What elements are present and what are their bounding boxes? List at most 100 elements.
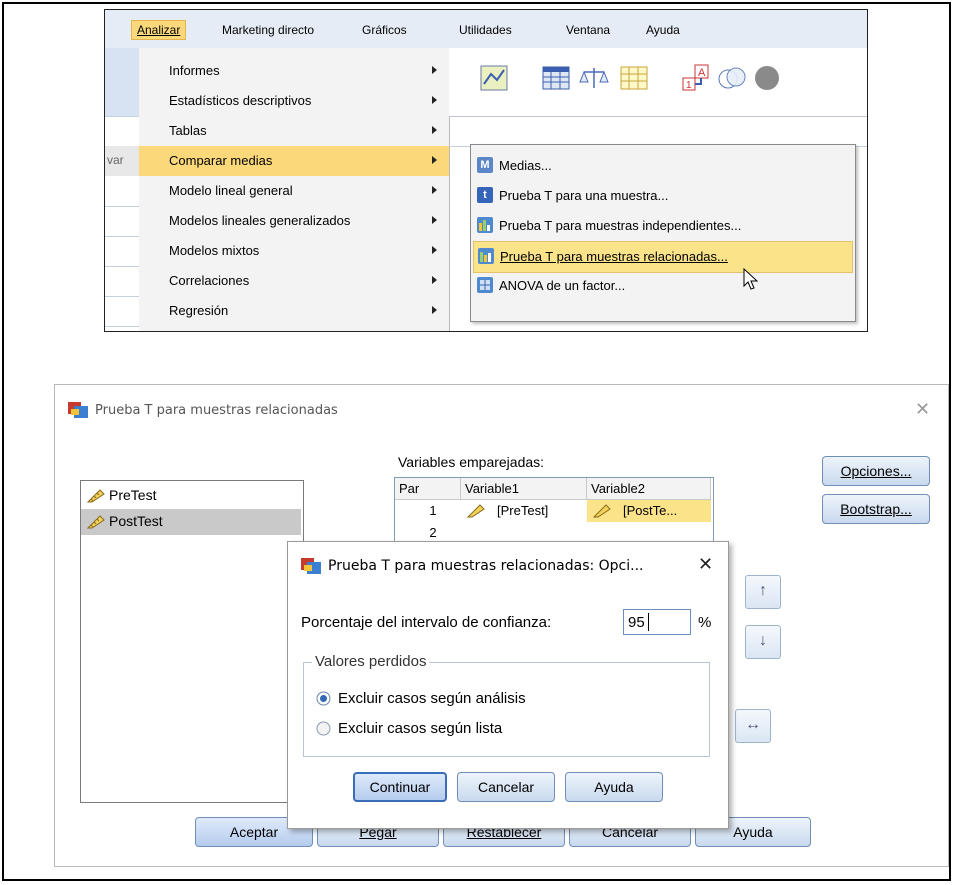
column-header-variable2: Variable2	[587, 478, 711, 500]
menu-item-estadisticos[interactable]: Estadísticos descriptivos	[139, 86, 449, 116]
menu-item-label: Regresión	[169, 303, 229, 318]
percent-sign: %	[698, 614, 712, 631]
options-ayuda-button[interactable]: Ayuda	[565, 772, 663, 802]
grid-line	[105, 116, 139, 117]
source-variable-list[interactable]: PreTest PostTest	[80, 480, 304, 803]
arrow-up-icon: ↑	[759, 582, 767, 599]
sets-icon[interactable]	[717, 64, 747, 92]
table-cell-text: [PostTe...	[623, 503, 678, 518]
menu-item-label: Modelos mixtos	[169, 243, 260, 258]
var-header-cell: var	[105, 146, 139, 176]
grid-line	[105, 296, 139, 297]
toolbar: A1	[449, 48, 867, 117]
grid-line	[105, 236, 139, 237]
radio-label: Excluir casos según análisis	[338, 690, 526, 707]
submenu-item-anova[interactable]: ANOVA de un factor...	[473, 271, 851, 301]
menu-analizar-label: Analizar	[137, 23, 181, 37]
circle-icon[interactable]	[749, 64, 779, 92]
analizar-dropdown: Informes Estadísticos descriptivos Tabla…	[139, 48, 450, 331]
split-file-icon[interactable]	[619, 64, 649, 92]
table-cell-par: 1	[429, 503, 437, 518]
menu-item-informes[interactable]: Informes	[139, 56, 449, 86]
menu-ventana[interactable]: Ventana	[566, 23, 610, 37]
radio-excluir-lista[interactable]: Excluir casos según lista	[316, 718, 616, 740]
button-label: Ayuda	[594, 779, 634, 795]
radio-excluir-analisis[interactable]: Excluir casos según análisis	[316, 688, 616, 710]
submenu-arrow-icon	[432, 246, 437, 254]
comparar-medias-submenu: M Medias... t Prueba T para una muestra...…	[470, 144, 856, 322]
paired-variables-table[interactable]: Par Variable1 Variable2 1 [PreTest] [Pos…	[394, 477, 714, 547]
submenu-arrow-icon	[432, 306, 437, 314]
menu-item-label: Modelo lineal general	[169, 183, 293, 198]
radio-label: Excluir casos según lista	[338, 720, 503, 737]
dialog-app-icon	[68, 402, 88, 418]
submenu-arrow-icon	[432, 216, 437, 224]
value-labels-icon[interactable]: A1	[681, 64, 711, 92]
submenu-item-independientes[interactable]: Prueba T para muestras independientes...	[473, 211, 851, 241]
data-grid-strip: var	[105, 48, 139, 331]
submenu-item-label: Medias...	[499, 158, 552, 173]
options-cancelar-button[interactable]: Cancelar	[457, 772, 555, 802]
button-label: Ayuda	[733, 824, 773, 840]
missing-values-group-label: Valores perdidos	[312, 653, 430, 670]
menu-utilidades[interactable]: Utilidades	[459, 23, 512, 37]
menu-marketing[interactable]: Marketing directo	[222, 23, 314, 37]
button-label: Aceptar	[229, 824, 279, 840]
medias-icon: M	[477, 157, 493, 173]
table-cell-variable1[interactable]: [PreTest]	[461, 500, 587, 522]
submenu-arrow-icon	[432, 96, 437, 104]
table-cell-variable2[interactable]: [PostTe...	[587, 500, 711, 522]
submenu-item-relacionadas[interactable]: Prueba T para muestras relacionadas...	[473, 241, 853, 273]
button-label: Bootstrap...	[840, 501, 912, 517]
var-header-label: var	[107, 153, 124, 167]
menu-item-comparar-medias[interactable]: Comparar medias	[139, 146, 449, 176]
bootstrap-button[interactable]: Bootstrap...	[822, 494, 930, 524]
chart-builder-icon[interactable]	[479, 64, 509, 92]
dialog-app-icon	[301, 558, 321, 574]
svg-text:A: A	[698, 67, 706, 79]
submenu-item-medias[interactable]: M Medias...	[473, 151, 851, 181]
menu-item-correlaciones[interactable]: Correlaciones	[139, 266, 449, 296]
submenu-item-una-muestra[interactable]: t Prueba T para una muestra...	[473, 181, 851, 211]
confidence-interval-input[interactable]: 95	[623, 609, 691, 635]
swap-arrows-icon: ↔	[745, 716, 761, 733]
button-label: Continuar	[369, 779, 431, 795]
menu-item-tablas[interactable]: Tablas	[139, 116, 449, 146]
scale-variable-icon	[467, 504, 485, 518]
grid-line	[105, 266, 139, 267]
submenu-arrow-icon	[432, 66, 437, 74]
mouse-cursor-icon	[743, 268, 759, 290]
menu-item-label: Informes	[169, 63, 220, 78]
text-caret	[648, 613, 649, 631]
move-up-button[interactable]: ↑	[745, 575, 781, 609]
variable-item-pretest[interactable]: PreTest	[81, 483, 301, 509]
confidence-interval-label: Porcentaje del intervalo de confianza:	[301, 614, 552, 631]
menu-item-modelo-lineal[interactable]: Modelo lineal general	[139, 176, 449, 206]
menu-item-label: Correlaciones	[169, 273, 250, 288]
toolbar-band	[105, 48, 139, 116]
close-icon[interactable]: ✕	[698, 554, 713, 575]
menu-ayuda[interactable]: Ayuda	[646, 23, 680, 37]
submenu-arrow-icon	[432, 186, 437, 194]
continuar-button[interactable]: Continuar	[353, 772, 447, 802]
balance-scale-icon[interactable]	[579, 64, 609, 92]
menu-graficos[interactable]: Gráficos	[362, 23, 407, 37]
paired-variables-label: Variables emparejadas:	[398, 454, 545, 470]
paired-samples-icon	[478, 248, 494, 264]
submenu-arrow-icon	[432, 276, 437, 284]
menu-item-modelos-mixtos[interactable]: Modelos mixtos	[139, 236, 449, 266]
grid-row	[449, 116, 867, 147]
variable-item-posttest[interactable]: PostTest	[81, 509, 301, 535]
opciones-button[interactable]: Opciones...	[822, 456, 930, 486]
move-down-button[interactable]: ↓	[745, 625, 781, 659]
data-table-icon[interactable]	[541, 64, 571, 92]
radio-selected-icon	[316, 691, 331, 706]
dialog-title: Prueba T para muestras relacionadas	[95, 403, 338, 418]
swap-button[interactable]: ↔	[735, 709, 771, 743]
scale-variable-icon	[87, 489, 105, 503]
menu-item-regresion[interactable]: Regresión	[139, 296, 449, 326]
scale-variable-icon	[593, 504, 611, 518]
menu-item-modelos-generalizados[interactable]: Modelos lineales generalizados	[139, 206, 449, 236]
menu-analizar[interactable]: Analizar	[131, 20, 187, 40]
close-icon[interactable]: ✕	[915, 399, 930, 420]
